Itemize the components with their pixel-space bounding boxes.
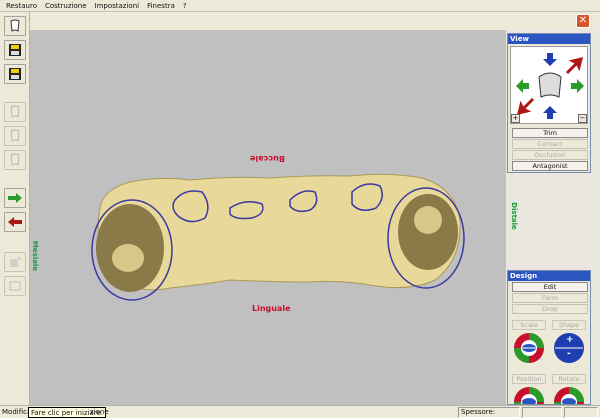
tooth-edit-button-2[interactable] bbox=[4, 126, 26, 146]
status-field-2 bbox=[522, 407, 562, 418]
rotate-group-label: Rotate bbox=[552, 374, 586, 384]
arrow-left-icon bbox=[8, 217, 22, 227]
status-bar: Modifica d Fare clic per iniziare. zione… bbox=[0, 405, 600, 418]
trim-button[interactable]: Trim bbox=[512, 128, 588, 138]
arrow-down-left-icon bbox=[516, 97, 535, 116]
drop-button[interactable]: Drop bbox=[512, 304, 588, 314]
menu-restauro[interactable]: Restauro bbox=[2, 0, 41, 12]
contact-button[interactable]: Contact bbox=[512, 139, 588, 149]
zoom-out-button[interactable]: − bbox=[578, 114, 587, 123]
status-text-end: zione bbox=[90, 408, 109, 416]
menu-costruzione[interactable]: Costruzione bbox=[41, 0, 91, 12]
menu-impostazioni[interactable]: Impostazioni bbox=[91, 0, 144, 12]
label-linguale: Linguale bbox=[252, 304, 291, 313]
arrow-right-icon bbox=[8, 193, 22, 203]
close-button[interactable]: ✕ bbox=[576, 14, 590, 28]
tooth-outline-icon bbox=[10, 105, 20, 118]
form-button[interactable]: Form bbox=[512, 293, 588, 303]
tooth-outline-icon bbox=[10, 153, 20, 166]
position-control[interactable] bbox=[513, 386, 545, 404]
save-button[interactable] bbox=[4, 40, 26, 60]
window-top-strip bbox=[30, 12, 600, 30]
tool-button-disabled-2[interactable] bbox=[4, 276, 26, 296]
tooth-icon bbox=[10, 19, 20, 32]
edit-button[interactable]: Edit bbox=[512, 282, 588, 292]
right-preparation-core bbox=[414, 206, 442, 234]
design-panel: Design Edit Form Drop Scale Shape + - Po… bbox=[507, 270, 591, 405]
window-icon bbox=[9, 281, 21, 291]
menu-bar: Restauro Costruzione Impostazioni Finest… bbox=[0, 0, 600, 12]
scale-control[interactable] bbox=[513, 332, 545, 364]
thickness-field: Spessore: bbox=[458, 407, 520, 418]
floppy-icon bbox=[9, 68, 21, 80]
arrow-up-right-icon bbox=[565, 56, 584, 75]
menu-finestra[interactable]: Finestra bbox=[143, 0, 179, 12]
scale-wheel-icon bbox=[514, 333, 544, 363]
scale-group-label: Scale bbox=[512, 320, 546, 330]
tooth-edit-button-1[interactable] bbox=[4, 102, 26, 122]
position-group-label: Position bbox=[512, 374, 546, 384]
label-distale: Distale bbox=[509, 202, 518, 230]
save-as-button[interactable] bbox=[4, 64, 26, 84]
status-field-3 bbox=[564, 407, 598, 418]
tooth-icon-button[interactable] bbox=[4, 16, 26, 36]
tool-icon bbox=[10, 256, 22, 267]
rotate-control[interactable] bbox=[553, 386, 585, 404]
arrow-down-icon bbox=[543, 106, 557, 119]
3d-viewport[interactable]: Buccale Linguale Mesiale Distale bbox=[30, 30, 525, 405]
arrow-left-icon bbox=[516, 79, 529, 93]
menu-help[interactable]: ? bbox=[179, 0, 191, 12]
zoom-in-button[interactable]: + bbox=[511, 114, 520, 123]
left-preparation-core bbox=[112, 244, 144, 272]
shape-minus[interactable]: - bbox=[567, 349, 571, 359]
label-mesiale: Mesiale bbox=[31, 240, 40, 272]
tooth-outline-icon bbox=[10, 129, 20, 142]
position-wheel-icon bbox=[514, 387, 544, 404]
arrow-right-icon bbox=[571, 79, 584, 93]
label-buccale: Buccale bbox=[250, 154, 285, 163]
back-button[interactable] bbox=[4, 212, 26, 232]
view-navigator[interactable]: + − bbox=[510, 46, 588, 124]
tooth-edit-button-3[interactable] bbox=[4, 150, 26, 170]
tool-button-disabled-1[interactable] bbox=[4, 252, 26, 272]
arrow-up-icon bbox=[543, 53, 557, 66]
tooth-preview-icon bbox=[538, 72, 562, 98]
view-panel: View + − Trim Contact Occlusion Antagoni… bbox=[507, 33, 591, 173]
antagonist-button[interactable]: Antagonist bbox=[512, 161, 588, 171]
close-icon: ✕ bbox=[578, 15, 588, 26]
view-panel-title: View bbox=[508, 34, 590, 44]
floppy-icon bbox=[9, 44, 21, 56]
occlusion-button[interactable]: Occlusion bbox=[512, 150, 588, 160]
shape-group-label: Shape bbox=[552, 320, 586, 330]
shape-plus[interactable]: + bbox=[566, 335, 574, 345]
next-button[interactable] bbox=[4, 188, 26, 208]
left-toolbar bbox=[0, 12, 30, 406]
rotate-wheel-icon bbox=[554, 387, 584, 404]
dental-model-view bbox=[91, 173, 525, 301]
design-panel-title: Design bbox=[508, 271, 590, 281]
shape-control[interactable]: + - bbox=[552, 332, 586, 364]
